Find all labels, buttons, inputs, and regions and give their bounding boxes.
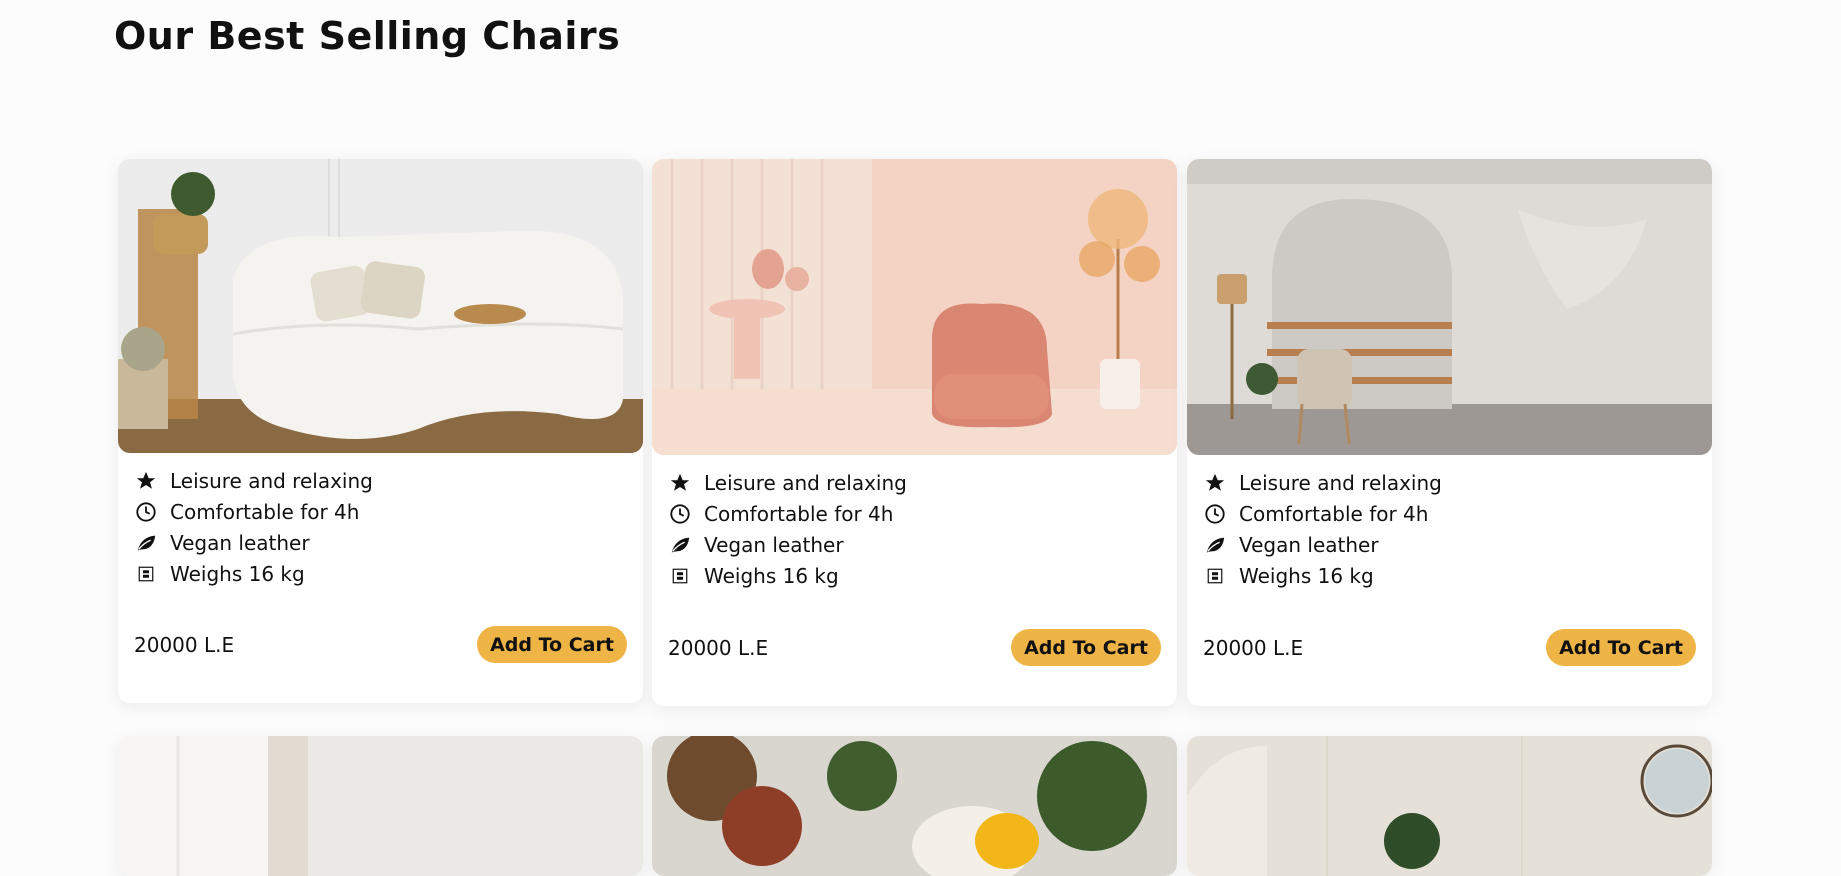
feature-text: Vegan leather [704, 532, 844, 557]
feature-item: Comfortable for 4h [134, 496, 643, 527]
product-card: Leisure and relaxing Comfortable for 4h … [1187, 159, 1712, 706]
feature-item: Vegan leather [668, 529, 1177, 560]
feature-text: Comfortable for 4h [704, 501, 894, 526]
feature-item: Leisure and relaxing [668, 467, 1177, 498]
feature-item: Weighs 16 kg [668, 560, 1177, 591]
price: 20000 L.E [668, 635, 769, 660]
add-to-cart-button[interactable]: Add To Cart [477, 626, 627, 663]
room-photo[interactable] [118, 736, 643, 876]
product-card [118, 736, 643, 876]
card-footer: 20000 L.E Add To Cart [1203, 629, 1696, 666]
add-to-cart-button[interactable]: Add To Cart [1546, 629, 1696, 666]
feature-text: Leisure and relaxing [170, 468, 373, 493]
leaf-icon [134, 531, 158, 555]
feature-item: Weighs 16 kg [1203, 560, 1712, 591]
feature-text: Weighs 16 kg [704, 563, 839, 588]
arch-room-photo[interactable] [1187, 736, 1712, 876]
feature-item: Leisure and relaxing [134, 465, 643, 496]
clock-icon [1203, 502, 1227, 526]
card-footer: 20000 L.E Add To Cart [134, 626, 627, 663]
feature-text: Weighs 16 kg [1239, 563, 1374, 588]
feature-text: Comfortable for 4h [170, 499, 360, 524]
product-card [652, 736, 1177, 876]
weight-icon [1203, 564, 1227, 588]
feature-item: Weighs 16 kg [134, 558, 643, 589]
desk-chair-photo[interactable] [1187, 159, 1712, 455]
weight-icon [134, 562, 158, 586]
card-footer: 20000 L.E Add To Cart [668, 629, 1161, 666]
feature-item: Comfortable for 4h [668, 498, 1177, 529]
feature-item: Comfortable for 4h [1203, 498, 1712, 529]
product-card: Leisure and relaxing Comfortable for 4h … [652, 159, 1177, 706]
add-to-cart-button[interactable]: Add To Cart [1011, 629, 1161, 666]
clock-icon [668, 502, 692, 526]
price: 20000 L.E [134, 632, 235, 657]
page-title: Our Best Selling Chairs [114, 14, 621, 58]
product-card [1187, 736, 1712, 876]
leaf-icon [1203, 533, 1227, 557]
feature-item: Leisure and relaxing [1203, 467, 1712, 498]
feature-list: Leisure and relaxing Comfortable for 4h … [652, 455, 1177, 591]
sofa-photo[interactable] [118, 159, 643, 453]
armchair-photo[interactable] [652, 159, 1177, 455]
feature-text: Vegan leather [170, 530, 310, 555]
feature-text: Vegan leather [1239, 532, 1379, 557]
feature-list: Leisure and relaxing Comfortable for 4h … [1187, 455, 1712, 591]
feature-item: Vegan leather [134, 527, 643, 558]
feature-item: Vegan leather [1203, 529, 1712, 560]
feature-text: Comfortable for 4h [1239, 501, 1429, 526]
star-icon [134, 469, 158, 493]
feature-text: Leisure and relaxing [704, 470, 907, 495]
plants-photo[interactable] [652, 736, 1177, 876]
feature-text: Weighs 16 kg [170, 561, 305, 586]
weight-icon [668, 564, 692, 588]
price: 20000 L.E [1203, 635, 1304, 660]
clock-icon [134, 500, 158, 524]
feature-list: Leisure and relaxing Comfortable for 4h … [118, 453, 643, 589]
star-icon [668, 471, 692, 495]
product-card: Leisure and relaxing Comfortable for 4h … [118, 159, 643, 703]
feature-text: Leisure and relaxing [1239, 470, 1442, 495]
leaf-icon [668, 533, 692, 557]
star-icon [1203, 471, 1227, 495]
